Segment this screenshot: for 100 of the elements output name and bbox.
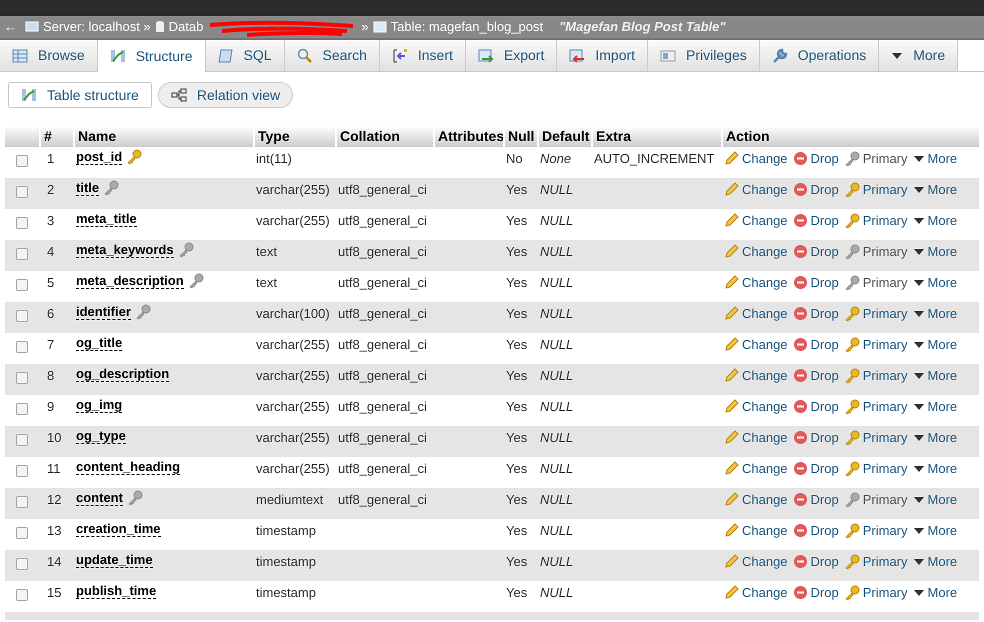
tab[interactable]: Import <box>557 40 648 72</box>
drop-link[interactable]: Drop <box>792 211 839 230</box>
primary-link[interactable]: Primary <box>844 242 908 262</box>
drop-link[interactable]: Drop <box>792 490 839 510</box>
change-link[interactable]: Change <box>724 366 788 386</box>
row-checkbox[interactable] <box>16 310 28 322</box>
drop-link[interactable]: Drop <box>792 242 839 262</box>
back-arrow[interactable]: ← <box>0 17 21 37</box>
change-link[interactable]: Change <box>724 397 788 416</box>
drop-link[interactable]: Drop <box>792 180 839 200</box>
subtab[interactable]: Table structure <box>8 82 152 108</box>
change-link[interactable]: Change <box>724 428 788 448</box>
more-link[interactable]: More <box>912 583 958 602</box>
primary-link[interactable]: Primary <box>844 211 908 230</box>
primary-link[interactable]: Primary <box>844 428 908 448</box>
more-link[interactable]: More <box>912 242 958 262</box>
database-link[interactable]: Datab <box>168 17 204 37</box>
type-text: text <box>256 244 277 259</box>
primary-link[interactable]: Primary <box>844 521 908 540</box>
row-checkbox[interactable] <box>16 372 28 384</box>
caret-icon <box>912 558 925 566</box>
drop-link[interactable]: Drop <box>792 583 839 602</box>
more-link[interactable]: More <box>912 521 958 540</box>
row-checkbox[interactable] <box>16 341 28 353</box>
drop-link[interactable]: Drop <box>792 366 839 386</box>
tab[interactable]: Search <box>284 40 380 72</box>
row-checkbox[interactable] <box>16 248 28 260</box>
row-checkbox[interactable] <box>16 434 28 446</box>
primary-link[interactable]: Primary <box>844 397 908 416</box>
change-link[interactable]: Change <box>724 211 788 230</box>
drop-link[interactable]: Drop <box>792 521 839 540</box>
primary-link[interactable]: Primary <box>844 304 908 324</box>
row-checkbox[interactable] <box>16 558 28 570</box>
change-link[interactable]: Change <box>724 335 788 354</box>
type-text: text <box>256 275 277 290</box>
change-link[interactable]: Change <box>724 552 788 572</box>
change-link[interactable]: Change <box>724 242 788 262</box>
primary-link[interactable]: Primary <box>844 149 908 168</box>
more-link[interactable]: More <box>912 273 958 292</box>
drop-link[interactable]: Drop <box>792 428 839 448</box>
extra-text: AUTO_INCREMENT <box>594 151 714 166</box>
primary-link[interactable]: Primary <box>844 490 908 510</box>
drop-link[interactable]: Drop <box>792 459 839 478</box>
row-checkbox[interactable] <box>16 496 28 508</box>
primary-link[interactable]: Primary <box>844 180 908 200</box>
drop-link[interactable]: Drop <box>792 273 839 292</box>
change-link[interactable]: Change <box>724 583 788 602</box>
tab[interactable]: Export <box>466 40 558 72</box>
primary-link[interactable]: Primary <box>844 335 908 354</box>
more-link[interactable]: More <box>912 490 958 510</box>
default-text: NULL <box>540 554 574 569</box>
change-link[interactable]: Change <box>724 459 788 478</box>
more-link[interactable]: More <box>912 397 958 416</box>
tab[interactable]: Privileges <box>648 40 760 72</box>
more-link[interactable]: More <box>912 211 958 230</box>
row-checkbox[interactable] <box>16 589 28 601</box>
row-checkbox[interactable] <box>16 186 28 198</box>
primary-link[interactable]: Primary <box>844 583 908 602</box>
drop-link[interactable]: Drop <box>792 149 839 168</box>
tab[interactable]: Insert <box>380 40 466 72</box>
more-link[interactable]: More <box>912 335 958 354</box>
key-icon <box>126 490 143 506</box>
drop-link[interactable]: Drop <box>792 335 839 354</box>
tab[interactable]: SQL <box>206 40 285 72</box>
row-checkbox[interactable] <box>16 403 28 415</box>
primary-link[interactable]: Primary <box>844 552 908 572</box>
more-link[interactable]: More <box>912 180 958 200</box>
change-link[interactable]: Change <box>724 149 788 168</box>
tab[interactable]: Browse <box>0 40 98 72</box>
row-checkbox[interactable] <box>16 527 28 539</box>
change-link[interactable]: Change <box>724 180 788 200</box>
change-link[interactable]: Change <box>724 521 788 540</box>
primary-link[interactable]: Primary <box>844 366 908 386</box>
more-link[interactable]: More <box>912 149 958 168</box>
change-link[interactable]: Change <box>724 273 788 292</box>
drop-link[interactable]: Drop <box>792 552 839 572</box>
pencil-icon <box>724 461 739 476</box>
tab[interactable]: Operations <box>760 40 880 72</box>
row-checkbox[interactable] <box>16 465 28 477</box>
server-link[interactable]: Server: localhost » <box>43 17 151 37</box>
primary-link[interactable]: Primary <box>844 273 908 292</box>
collation-text: utf8_general_ci <box>338 244 427 259</box>
more-link[interactable]: More <box>912 459 958 478</box>
caret-icon <box>912 216 925 225</box>
change-link[interactable]: Change <box>724 490 788 510</box>
drop-link[interactable]: Drop <box>792 397 839 416</box>
subtab[interactable]: Relation view <box>158 82 294 108</box>
change-link[interactable]: Change <box>724 304 788 324</box>
primary-link[interactable]: Primary <box>844 459 908 478</box>
tab[interactable]: More <box>879 40 958 72</box>
row-checkbox[interactable] <box>16 279 28 291</box>
drop-link[interactable]: Drop <box>792 304 839 324</box>
row-checkbox[interactable] <box>16 155 28 167</box>
more-link[interactable]: More <box>912 366 958 386</box>
row-checkbox[interactable] <box>16 217 28 229</box>
more-link[interactable]: More <box>912 304 958 324</box>
more-link[interactable]: More <box>912 428 958 448</box>
table-link[interactable]: Table: magefan_blog_post <box>390 17 544 37</box>
minus-circle-icon <box>792 430 808 446</box>
more-link[interactable]: More <box>912 552 958 572</box>
